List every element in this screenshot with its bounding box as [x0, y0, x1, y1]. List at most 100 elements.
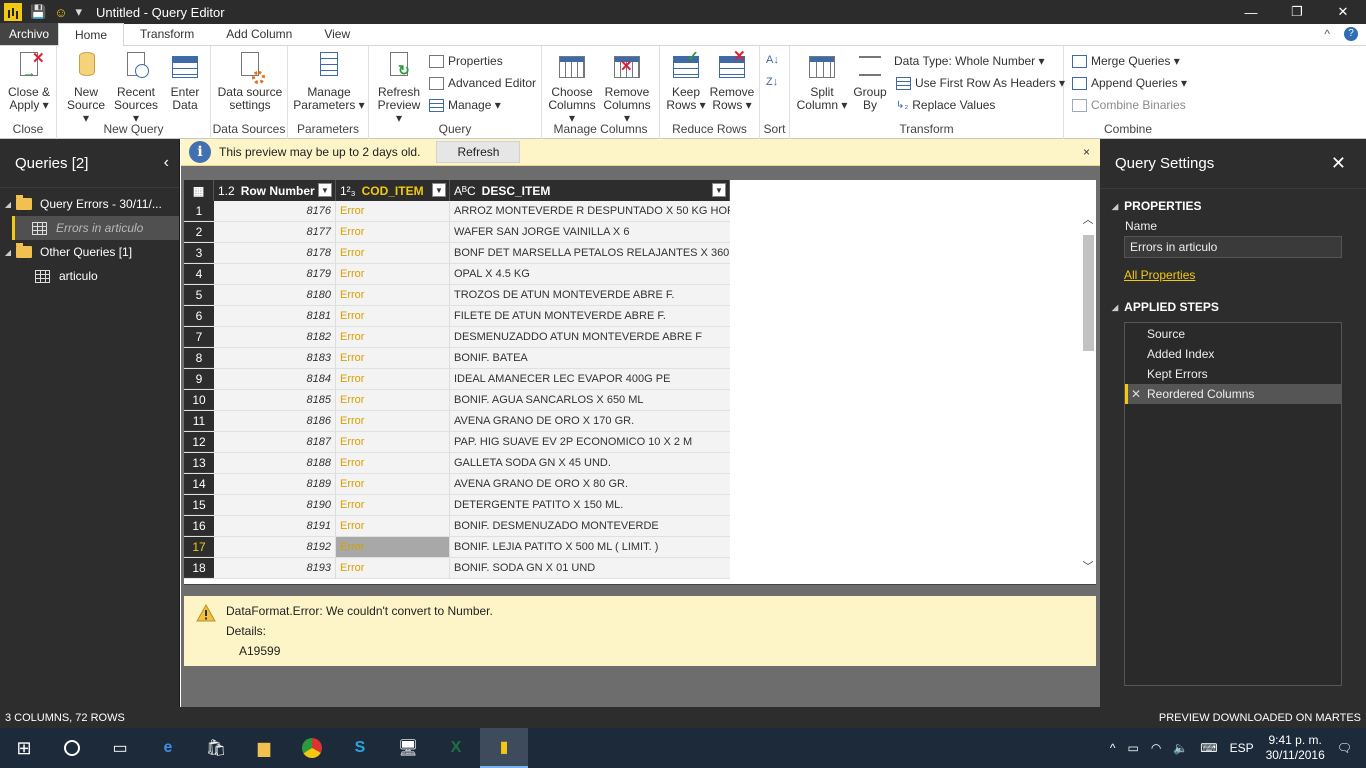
text-type-icon[interactable]: AᴮC [454, 184, 476, 198]
description-cell[interactable]: BONIF. LEJIA PATITO X 500 ML ( LIMIT. ) [450, 537, 730, 557]
refresh-preview-button[interactable]: ↻ Refresh Preview ▾ [373, 50, 425, 125]
row-number-cell[interactable]: 9 [184, 369, 214, 389]
row-number-cell[interactable]: 18 [184, 558, 214, 578]
vertical-scrollbar[interactable]: ︿ ﹀ [1080, 201, 1096, 584]
column-header-row-number[interactable]: 1.2 Row Number ▼ [214, 180, 336, 201]
description-cell[interactable]: ARROZ MONTEVERDE R DESPUNTADO X 50 KG HO… [450, 201, 730, 221]
applied-steps-section-header[interactable]: ◢ APPLIED STEPS [1112, 300, 1366, 314]
description-cell[interactable]: BONIF. BATEA [450, 348, 730, 368]
table-row[interactable]: 2 8177 Error WAFER SAN JORGE VAINILLA X 6 [184, 222, 730, 243]
merge-queries-button[interactable]: Merge Queries ▾ [1072, 54, 1180, 68]
close-apply-button[interactable]: ✕ → Close & Apply ▾ [6, 50, 52, 112]
minimize-button[interactable]: — [1228, 0, 1274, 24]
whole-number-type-icon[interactable]: 1²₃ [340, 184, 356, 198]
description-cell[interactable]: BONIF. AGUA SANCARLOS X 650 ML [450, 390, 730, 410]
row-number-cell[interactable]: 13 [184, 453, 214, 473]
filter-dropdown-icon[interactable]: ▼ [432, 183, 446, 197]
store-icon[interactable]: 🛍 [192, 728, 240, 768]
row-number-value-cell[interactable]: 8183 [214, 348, 336, 368]
manage-button[interactable]: Manage ▾ [429, 98, 501, 112]
row-number-value-cell[interactable]: 8182 [214, 327, 336, 347]
collapse-triangle-icon[interactable]: ◢ [1112, 303, 1118, 312]
filter-dropdown-icon[interactable]: ▼ [318, 183, 332, 197]
step-reordered-columns[interactable]: ✕ Reordered Columns [1125, 384, 1341, 404]
remove-columns-button[interactable]: ✕ Remove Columns ▾ [600, 50, 654, 125]
quick-access-dropdown-icon[interactable]: ▾ [75, 4, 82, 20]
new-source-button[interactable]: New Source ▾ [63, 50, 109, 125]
tree-folder-other-queries[interactable]: ◢ Other Queries [1] [0, 240, 179, 264]
description-cell[interactable]: BONIF. DESMENUZADO MONTEVERDE [450, 516, 730, 536]
table-row[interactable]: 16 8191 Error BONIF. DESMENUZADO MONTEVERDE [184, 516, 730, 537]
error-cell[interactable]: Error [336, 453, 450, 473]
collapse-pane-icon[interactable]: ‹ [164, 154, 169, 172]
start-windows-icon[interactable]: ⊞ [0, 728, 48, 768]
recent-sources-button[interactable]: Recent Sources ▾ [111, 50, 161, 125]
row-number-value-cell[interactable]: 8186 [214, 411, 336, 431]
row-number-value-cell[interactable]: 8189 [214, 474, 336, 494]
row-number-cell[interactable]: 14 [184, 474, 214, 494]
error-cell[interactable]: Error [336, 411, 450, 431]
tab-home[interactable]: Home [58, 23, 125, 46]
filter-dropdown-icon[interactable]: ▼ [712, 183, 726, 197]
table-menu-icon[interactable]: ▦ [184, 180, 214, 201]
advanced-editor-button[interactable]: Advanced Editor [429, 76, 536, 90]
tree-item-articulo[interactable]: articulo [0, 264, 179, 288]
scrollbar-thumb[interactable] [1083, 235, 1094, 351]
row-number-value-cell[interactable]: 8180 [214, 285, 336, 305]
close-button[interactable]: ✕ [1320, 0, 1366, 24]
manage-parameters-button[interactable]: Manage Parameters ▾ [292, 50, 366, 112]
input-language[interactable]: ESP [1230, 741, 1254, 755]
row-number-cell[interactable]: 17 [184, 537, 214, 557]
split-column-button[interactable]: Split Column ▾ [796, 50, 848, 112]
table-row[interactable]: 9 8184 Error IDEAL AMANECER LEC EVAPOR 400G… [184, 369, 730, 390]
combine-binaries-button[interactable]: Combine Binaries [1072, 98, 1186, 112]
description-cell[interactable]: GALLETA SODA GN X 45 UND. [450, 453, 730, 473]
column-header-cod-item[interactable]: 1²₃ COD_ITEM ▼ [336, 180, 450, 201]
error-cell[interactable]: Error [336, 369, 450, 389]
delete-step-icon[interactable]: ✕ [1131, 384, 1141, 404]
table-row[interactable]: 10 8185 Error BONIF. AGUA SANCARLOS X 650 M… [184, 390, 730, 411]
battery-icon[interactable]: ▭ [1127, 741, 1138, 755]
excel-icon[interactable]: X [432, 728, 480, 768]
collapse-ribbon-icon[interactable]: ^ [1324, 27, 1330, 41]
description-cell[interactable]: BONIF. SODA GN X 01 UND [450, 558, 730, 578]
restore-button[interactable]: ❐ [1274, 0, 1320, 24]
error-cell[interactable]: Error [336, 348, 450, 368]
row-number-value-cell[interactable]: 8191 [214, 516, 336, 536]
keyboard-icon[interactable]: ⌨ [1200, 741, 1217, 755]
volume-icon[interactable]: 🔈 [1173, 741, 1188, 755]
expand-triangle-icon[interactable]: ◢ [0, 200, 16, 209]
cortana-search-icon[interactable] [48, 728, 96, 768]
append-queries-button[interactable]: Append Queries ▾ [1072, 76, 1187, 90]
error-cell[interactable]: Error [336, 222, 450, 242]
row-number-value-cell[interactable]: 8181 [214, 306, 336, 326]
enter-data-button[interactable]: Enter Data [165, 50, 205, 112]
data-type-dropdown[interactable]: Data Type: Whole Number ▾ [894, 54, 1045, 68]
description-cell[interactable]: AVENA GRANO DE ORO X 80 GR. [450, 474, 730, 494]
error-cell[interactable]: Error [336, 327, 450, 347]
error-cell[interactable]: Error [336, 285, 450, 305]
description-cell[interactable]: FILETE DE ATUN MONTEVERDE ABRE F. [450, 306, 730, 326]
table-row[interactable]: 1 8176 Error ARROZ MONTEVERDE R DESPUNTADO … [184, 201, 730, 222]
error-cell[interactable]: Error [336, 201, 450, 221]
row-number-cell[interactable]: 5 [184, 285, 214, 305]
properties-section-header[interactable]: ◢ PROPERTIES [1112, 199, 1366, 213]
table-row[interactable]: 4 8179 Error OPAL X 4.5 KG [184, 264, 730, 285]
choose-columns-button[interactable]: Choose Columns ▾ [548, 50, 596, 125]
wifi-icon[interactable]: ◠ [1151, 741, 1161, 755]
error-cell[interactable]: Error [336, 516, 450, 536]
row-number-value-cell[interactable]: 8188 [214, 453, 336, 473]
table-row[interactable]: 8 8183 Error BONIF. BATEA [184, 348, 730, 369]
description-cell[interactable]: DESMENUZADDO ATUN MONTEVERDE ABRE F [450, 327, 730, 347]
error-cell[interactable]: Error [336, 306, 450, 326]
error-cell[interactable]: Error [336, 243, 450, 263]
decimal-type-icon[interactable]: 1.2 [218, 184, 235, 198]
row-number-cell[interactable]: 12 [184, 432, 214, 452]
collapse-triangle-icon[interactable]: ◢ [1112, 202, 1118, 211]
query-name-field[interactable]: Errors in articulo [1124, 236, 1342, 258]
chrome-icon[interactable] [288, 728, 336, 768]
error-cell[interactable]: Error [336, 432, 450, 452]
description-cell[interactable]: IDEAL AMANECER LEC EVAPOR 400G PE [450, 369, 730, 389]
row-number-cell[interactable]: 4 [184, 264, 214, 284]
table-row[interactable]: 18 8193 Error BONIF. SODA GN X 01 UND [184, 558, 730, 579]
